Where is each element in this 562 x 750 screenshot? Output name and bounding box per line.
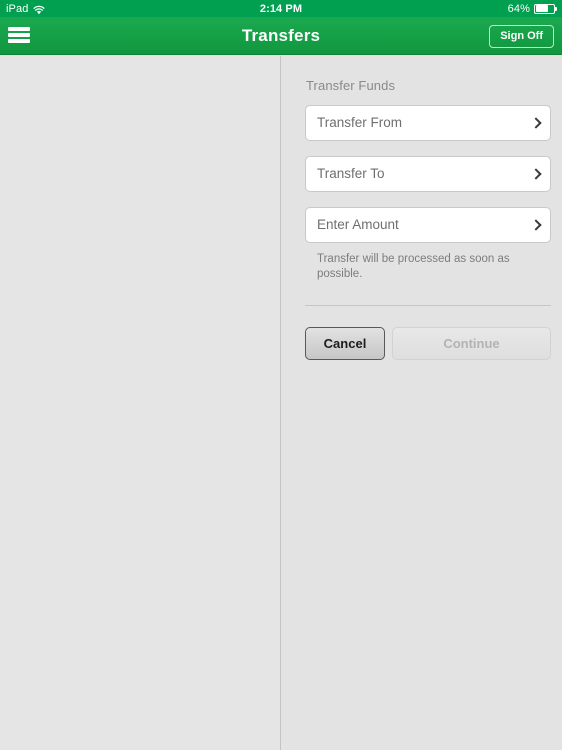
battery-icon bbox=[534, 3, 557, 14]
transfer-to-field[interactable]: Transfer To bbox=[305, 156, 551, 192]
page-title: Transfers bbox=[241, 26, 321, 45]
continue-button[interactable]: Continue bbox=[392, 327, 551, 360]
form-divider bbox=[305, 305, 551, 306]
form-actions: Cancel Continue bbox=[305, 327, 551, 360]
master-pane bbox=[0, 56, 281, 750]
cancel-button[interactable]: Cancel bbox=[305, 327, 385, 360]
battery-percent: 64% bbox=[507, 2, 530, 15]
chevron-right-icon bbox=[532, 168, 539, 180]
section-title: Transfer Funds bbox=[306, 78, 396, 93]
status-bar-time: 2:14 PM bbox=[259, 2, 303, 15]
transfer-from-label: Transfer From bbox=[317, 115, 403, 130]
transfer-from-field[interactable]: Transfer From bbox=[305, 105, 551, 141]
chevron-right-icon bbox=[532, 219, 539, 231]
sign-off-button[interactable]: Sign Off bbox=[489, 25, 554, 48]
detail-pane: Transfer Funds Transfer From Transfer To… bbox=[282, 56, 562, 750]
navigation-bar: Transfers Sign Off bbox=[0, 17, 562, 55]
enter-amount-field[interactable]: Enter Amount bbox=[305, 207, 551, 243]
enter-amount-label: Enter Amount bbox=[317, 217, 399, 232]
transfer-form: Transfer From Transfer To Enter Amount bbox=[305, 105, 551, 258]
status-bar: iPad 2:14 PM 64% bbox=[0, 0, 562, 17]
status-bar-right: 64% bbox=[508, 3, 557, 15]
transfer-to-label: Transfer To bbox=[317, 166, 385, 181]
app-root: iPad 2:14 PM 64% Transfers Sign Off Tran… bbox=[0, 0, 562, 750]
chevron-right-icon bbox=[532, 117, 539, 129]
processing-note: Transfer will be processed as soon as po… bbox=[317, 253, 510, 280]
